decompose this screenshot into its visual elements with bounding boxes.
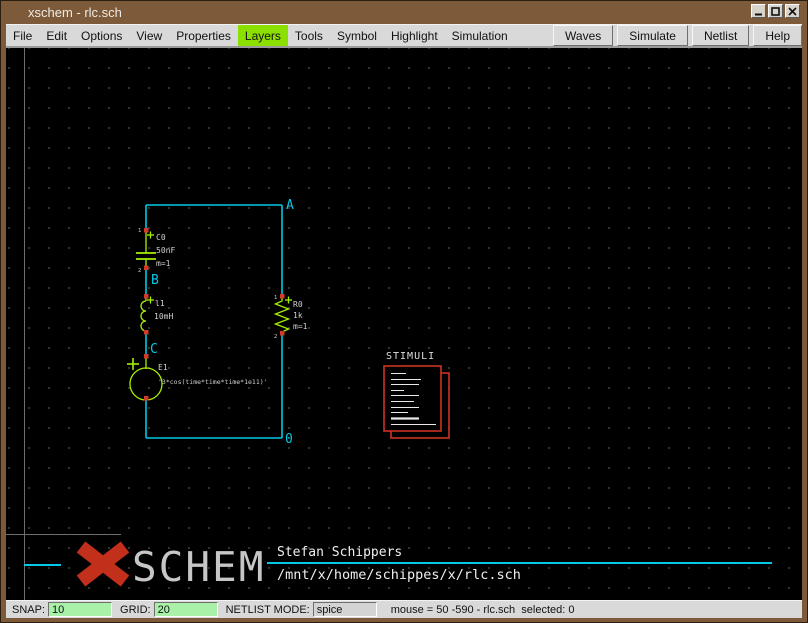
- svg-text:1: 1: [138, 228, 141, 234]
- pin: [144, 294, 149, 299]
- waves-button[interactable]: Waves: [553, 25, 613, 46]
- resistor-mult: m=1: [293, 322, 308, 331]
- pin: [144, 228, 149, 233]
- svg-text:2: 2: [138, 268, 141, 274]
- capacitor-mult: m=1: [156, 259, 171, 268]
- menu-item-properties[interactable]: Properties: [169, 25, 238, 46]
- netlist-button[interactable]: Netlist: [692, 25, 749, 46]
- menu-item-view[interactable]: View: [129, 25, 169, 46]
- minimize-button[interactable]: [751, 4, 766, 18]
- menu-item-layers[interactable]: Layers: [238, 25, 288, 46]
- help-button[interactable]: Help: [753, 25, 802, 46]
- maximize-icon: [771, 7, 780, 16]
- wires[interactable]: [146, 205, 282, 438]
- menu-item-highlight[interactable]: Highlight: [384, 25, 445, 46]
- titlebar[interactable]: xschem - rlc.sch: [6, 1, 802, 24]
- node-label-c[interactable]: C: [150, 342, 158, 357]
- file-path-text: /mnt/x/home/schippes/x/rlc.sch: [277, 567, 521, 583]
- resistor-ref: R0: [293, 300, 303, 309]
- statusbar: SNAP: GRID: NETLIST MODE: mouse = 50 -59…: [6, 600, 802, 618]
- pin: [144, 330, 149, 335]
- stimuli-label: STIMULI: [386, 351, 435, 362]
- node-label-a[interactable]: A: [286, 198, 294, 213]
- menu-item-file[interactable]: File: [6, 25, 39, 46]
- capacitor-ref: C0: [156, 233, 166, 242]
- pin: [280, 331, 285, 336]
- close-button[interactable]: [785, 4, 800, 18]
- menu-item-tools[interactable]: Tools: [288, 25, 330, 46]
- maximize-button[interactable]: [768, 4, 783, 18]
- menubar-buttons: Waves Simulate Netlist Help: [549, 25, 802, 46]
- menu-item-edit[interactable]: Edit: [39, 25, 74, 46]
- xschem-logo-x-icon: [81, 547, 125, 581]
- source-expression: '3*cos(time*time*time*1e11)': [158, 378, 268, 386]
- pin: [144, 354, 149, 359]
- pin: [280, 294, 285, 299]
- source-ref: E1: [158, 363, 168, 372]
- snap-input[interactable]: [48, 602, 112, 617]
- sheet-frame-lines: [6, 48, 121, 600]
- svg-text:2: 2: [274, 334, 277, 340]
- grid-label: GRID:: [120, 604, 151, 616]
- voltage-source-symbol[interactable]: E1 '3*cos(time*time*time*1e11)': [127, 354, 268, 401]
- grid-input[interactable]: [154, 602, 218, 617]
- netlist-mode-label: NETLIST MODE:: [226, 604, 310, 616]
- close-icon: [788, 7, 797, 16]
- menu-item-simulation[interactable]: Simulation: [445, 25, 515, 46]
- resistor-value: 1k: [293, 311, 303, 320]
- inductor-symbol[interactable]: l1 10mH: [141, 294, 173, 335]
- capacitor-value: 50nF: [156, 246, 175, 255]
- inductor-value: 10mH: [154, 312, 173, 321]
- node-label-b[interactable]: B: [151, 273, 159, 288]
- title-block: SCHEM Stefan Schippers /mnt/x/home/schip…: [24, 543, 772, 591]
- schematic-canvas[interactable]: A B C 0 1 2 C0 50nF m=1: [6, 47, 802, 600]
- snap-label: SNAP:: [12, 604, 45, 616]
- resistor-symbol[interactable]: 1 2 R0 1k m=1: [274, 294, 308, 340]
- minimize-icon: [754, 7, 763, 16]
- menu-item-options[interactable]: Options: [74, 25, 129, 46]
- window-controls: [749, 4, 800, 18]
- pin: [144, 266, 149, 271]
- netlist-mode-input[interactable]: [313, 602, 377, 617]
- inductor-ref: l1: [155, 299, 165, 308]
- xschem-logo-text: SCHEM: [132, 543, 265, 591]
- pin: [144, 396, 149, 401]
- menubar: File Edit Options View Properties Layers…: [6, 24, 802, 47]
- svg-text:1: 1: [274, 295, 277, 301]
- simulate-button[interactable]: Simulate: [617, 25, 688, 46]
- menu-item-symbol[interactable]: Symbol: [330, 25, 384, 46]
- author-text: Stefan Schippers: [277, 545, 402, 560]
- stimuli-block[interactable]: STIMULI: [384, 351, 449, 438]
- node-label-gnd[interactable]: 0: [285, 432, 293, 447]
- capacitor-symbol[interactable]: 1 2 C0 50nF m=1: [136, 228, 175, 274]
- mouse-status-text: mouse = 50 -590 - rlc.sch selected: 0: [391, 604, 575, 616]
- xschem-window: xschem - rlc.sch File Edit Options View …: [0, 0, 808, 623]
- window-title: xschem - rlc.sch: [28, 5, 122, 20]
